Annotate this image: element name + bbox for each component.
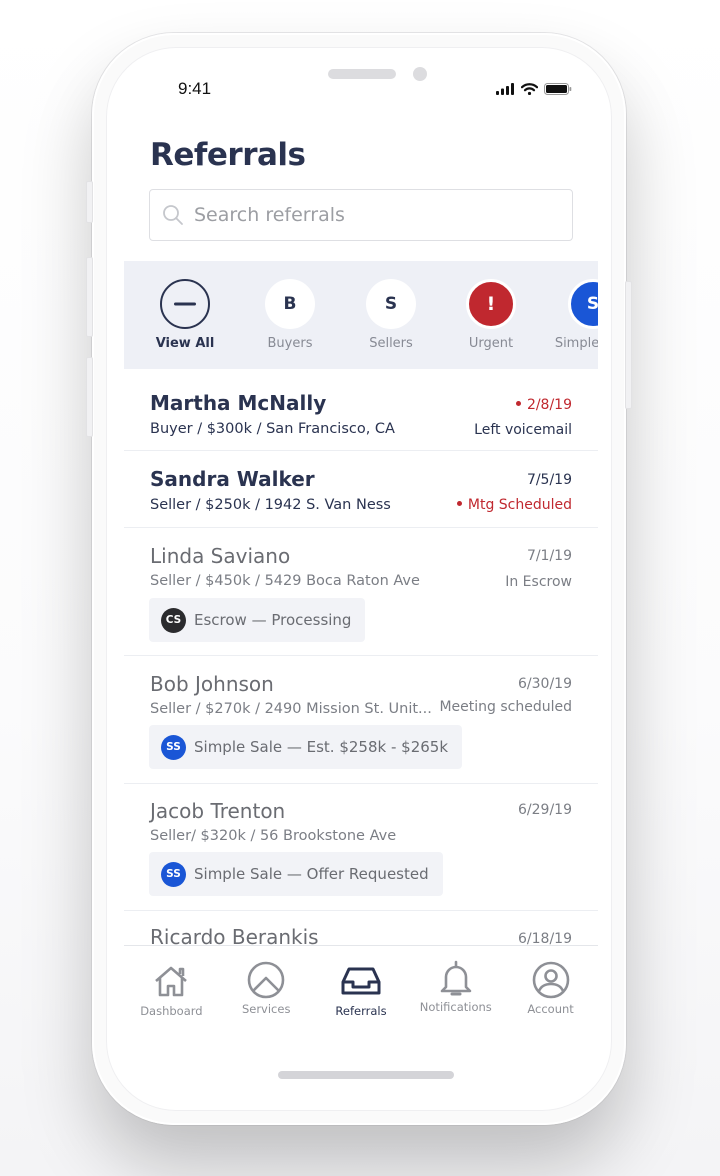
services-icon	[247, 961, 285, 999]
account-icon	[532, 961, 569, 999]
referral-details: Seller / $450k / 5429 Boca Raton Ave	[150, 573, 420, 589]
tab-account[interactable]: Account	[503, 946, 598, 1036]
referral-date: 6/29/19	[518, 802, 572, 818]
buyers-icon: B	[265, 279, 315, 329]
filter-label: View All	[155, 336, 215, 351]
sellers-icon: S	[366, 279, 416, 329]
simple-sale-icon: S	[568, 279, 598, 329]
status-chip[interactable]: CS Escrow — Processing	[149, 598, 366, 642]
referral-details: Seller / $250k / 1942 S. Van Ness	[150, 497, 391, 513]
mute-switch	[86, 181, 93, 223]
status-time: 9:41	[178, 79, 212, 98]
home-indicator[interactable]	[278, 1071, 454, 1079]
referral-details: Seller / $270k / 2490 Mission St. Unit..…	[150, 701, 432, 717]
referral-item[interactable]: Linda Saviano Seller / $450k / 5429 Boca…	[124, 528, 598, 656]
tab-dashboard[interactable]: Dashboard	[124, 946, 219, 1036]
referral-date: 7/1/19	[526, 548, 572, 564]
signal-icon	[496, 83, 514, 95]
filter-label: Buyers	[267, 336, 313, 351]
tab-label: Services	[241, 1002, 291, 1016]
referral-status: Mtg Scheduled	[456, 497, 572, 513]
bell-icon	[440, 960, 472, 996]
filter-buyers[interactable]: B Buyers	[245, 279, 335, 351]
status-chip[interactable]: SS Simple Sale — Offer Requested	[149, 852, 443, 896]
search-input[interactable]	[192, 203, 556, 227]
minus-circle-icon	[160, 279, 210, 329]
tab-label: Account	[527, 1002, 574, 1016]
tab-services[interactable]: Services	[219, 946, 314, 1036]
search-box[interactable]	[149, 189, 573, 241]
referral-status-text: Mtg Scheduled	[467, 497, 572, 513]
tab-label: Notifications	[419, 1000, 492, 1014]
volume-up-button	[86, 257, 93, 337]
simple-sale-badge-icon: SS	[161, 734, 186, 760]
camera	[413, 67, 427, 81]
escrow-badge-icon: CS	[161, 607, 186, 633]
chip-text: Simple Sale — Offer Requested	[194, 865, 429, 883]
urgent-icon: !	[466, 279, 516, 329]
referral-name: Martha McNally	[150, 391, 327, 415]
speaker	[328, 69, 396, 79]
referral-date: 2/8/19	[515, 397, 572, 413]
filter-bar[interactable]: View All B Buyers S Sellers ! Urgent S S…	[124, 261, 598, 369]
page-title: Referrals	[150, 137, 306, 173]
referral-name: Jacob Trenton	[150, 799, 286, 823]
referral-details: Buyer / $300k / San Francisco, CA	[150, 421, 395, 437]
home-icon	[155, 966, 188, 997]
referral-name: Sandra Walker	[150, 467, 315, 491]
filter-view-all[interactable]: View All	[140, 279, 230, 351]
referral-item[interactable]: Jacob Trenton Seller/ $320k / 56 Brookst…	[124, 784, 598, 911]
referral-status: Left voicemail	[474, 422, 572, 438]
power-button	[625, 281, 632, 409]
tab-referrals[interactable]: Referrals	[314, 946, 409, 1036]
filter-label: Urgent	[468, 336, 514, 351]
status-icons	[496, 83, 572, 95]
wifi-icon	[521, 83, 538, 95]
tab-notifications[interactable]: Notifications	[408, 946, 503, 1036]
referral-item[interactable]: Martha McNally Buyer / $300k / San Franc…	[124, 369, 598, 451]
referral-date: 6/30/19	[518, 676, 572, 692]
battery-icon	[544, 83, 572, 95]
chip-text: Simple Sale — Est. $258k - $265k	[194, 738, 449, 756]
screen: 9:41 Referrals Search referrals View All…	[106, 47, 612, 1111]
filter-label: Sellers	[369, 336, 413, 351]
inbox-tray-icon	[341, 967, 381, 995]
filter-simple-sale[interactable]: S Simple Sale	[548, 279, 598, 351]
referral-list[interactable]: Martha McNally Buyer / $300k / San Franc…	[124, 369, 598, 949]
referral-name: Bob Johnson	[150, 672, 274, 696]
referral-date-text: 2/8/19	[526, 397, 572, 413]
urgent-dot-icon	[515, 400, 521, 406]
phone-frame: 9:41 Referrals Search referrals View All…	[86, 33, 632, 1125]
filter-sellers[interactable]: S Sellers	[346, 279, 436, 351]
search-icon	[163, 205, 183, 225]
referral-status: Meeting scheduled	[439, 699, 572, 715]
tab-bar[interactable]: Dashboard Services Referrals Notificatio…	[124, 945, 598, 1036]
referral-details: Seller/ $320k / 56 Brookstone Ave	[150, 828, 397, 844]
referral-name: Linda Saviano	[150, 544, 291, 568]
volume-down-button	[86, 357, 93, 437]
filter-label: Simple Sale	[554, 336, 598, 351]
status-chip[interactable]: SS Simple Sale — Est. $258k - $265k	[149, 725, 463, 769]
urgent-dot-icon	[456, 500, 462, 506]
tab-label: Dashboard	[140, 1004, 203, 1018]
tab-label: Referrals	[335, 1004, 387, 1018]
referral-item[interactable]: Bob Johnson Seller / $270k / 2490 Missio…	[124, 656, 598, 784]
referral-date: 7/5/19	[526, 472, 572, 488]
referral-item[interactable]: Sandra Walker Seller / $250k / 1942 S. V…	[124, 451, 598, 528]
filter-urgent[interactable]: ! Urgent	[446, 279, 536, 351]
simple-sale-badge-icon: SS	[161, 861, 186, 887]
chip-text: Escrow — Processing	[194, 611, 352, 629]
referral-status: In Escrow	[505, 574, 572, 590]
referral-item[interactable]: Ricardo Berankis 6/18/19	[124, 911, 598, 949]
